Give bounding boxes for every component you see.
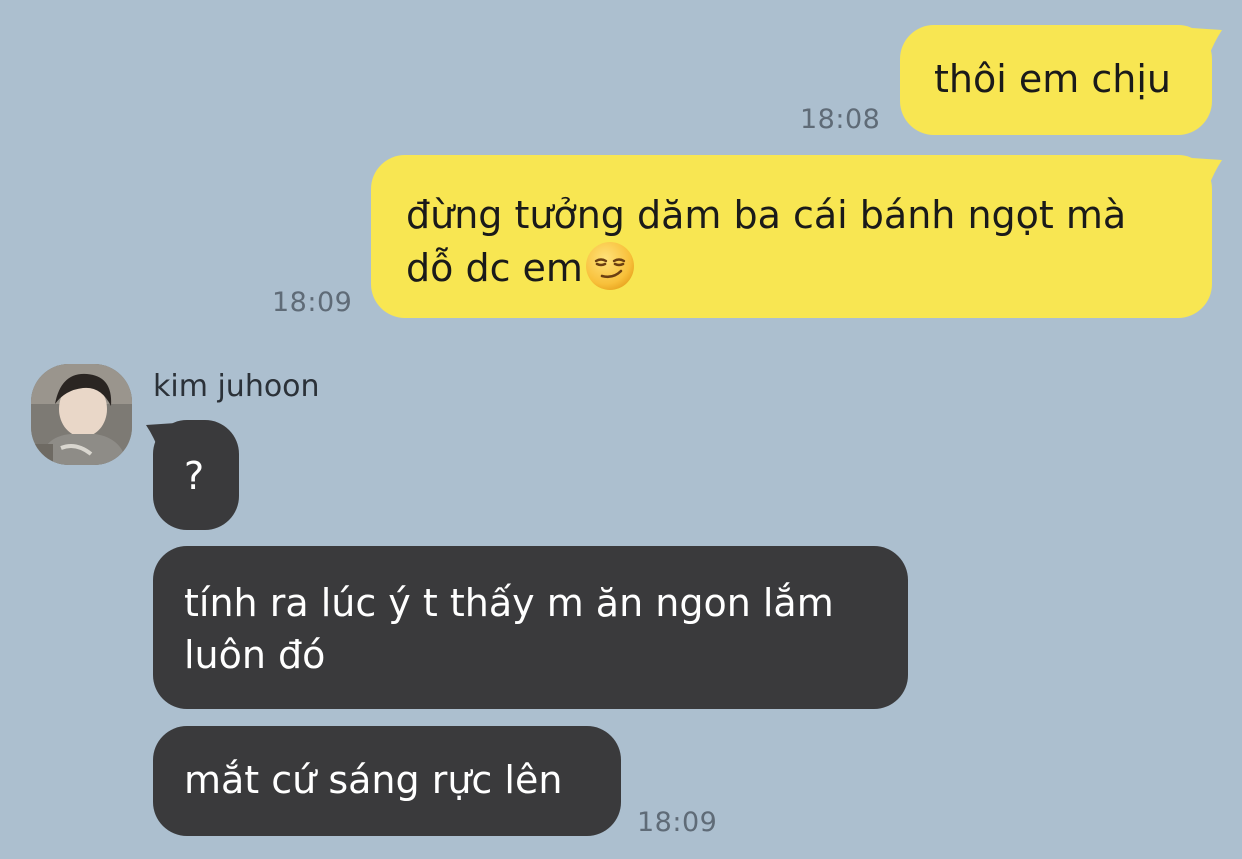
message-text: dỗ dc em <box>406 246 583 290</box>
smirking-face-icon <box>585 241 635 304</box>
message-text-line-with-emoji: dỗ dc em <box>406 241 1212 304</box>
bubble-tail <box>1192 158 1222 188</box>
message-text: ? <box>184 454 205 498</box>
message-text-line: luôn đó <box>184 633 326 677</box>
avatar-photo-icon <box>31 364 132 465</box>
sender-name: kim juhoon <box>153 369 320 404</box>
message-timestamp: 18:08 <box>800 104 881 135</box>
message-text-line: đừng tưởng dăm ba cái bánh ngọt mà <box>406 193 1127 237</box>
message-text: thôi em chịu <box>934 57 1171 101</box>
message-bubble-received[interactable]: mắt cứ sáng rực lên <box>153 726 621 836</box>
sender-avatar[interactable] <box>31 364 132 465</box>
message-bubble-sent[interactable]: đừng tưởng dăm ba cái bánh ngọt mà dỗ dc… <box>371 155 1212 318</box>
message-text-line: tính ra lúc ý t thấy m ăn ngon lắm <box>184 581 834 625</box>
message-timestamp: 18:09 <box>272 287 353 318</box>
message-bubble-received[interactable]: tính ra lúc ý t thấy m ăn ngon lắm luôn … <box>153 546 908 709</box>
message-timestamp: 18:09 <box>637 807 718 838</box>
message-text: mắt cứ sáng rực lên <box>184 758 563 802</box>
bubble-tail <box>1192 28 1222 58</box>
message-bubble-sent[interactable]: thôi em chịu <box>900 25 1212 135</box>
bubble-tail <box>146 423 176 453</box>
